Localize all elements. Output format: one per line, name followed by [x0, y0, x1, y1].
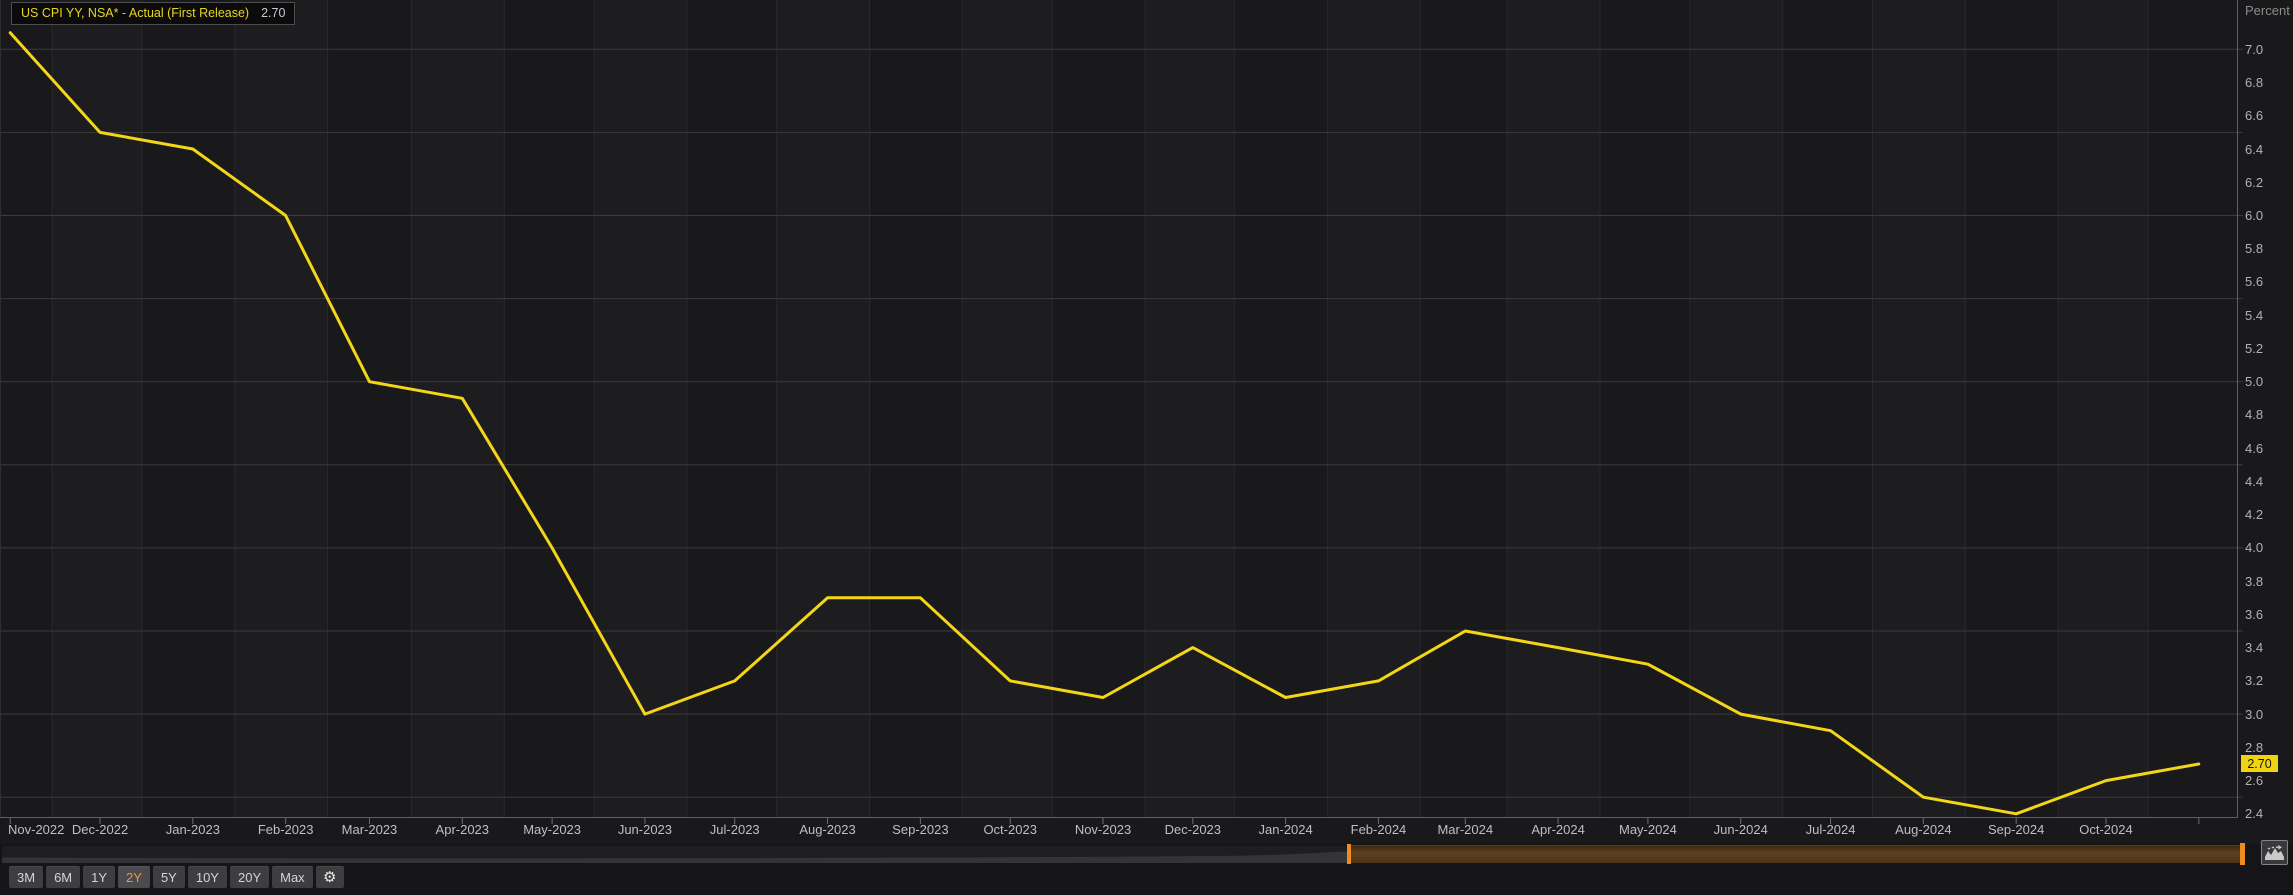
x-axis-tick-label: Nov-2022	[8, 822, 64, 837]
x-axis-tick-label: Oct-2024	[2079, 822, 2132, 837]
y-axis-tick-label: 4.8	[2245, 407, 2263, 422]
x-axis-tick-label: Dec-2022	[72, 822, 128, 837]
x-axis-tick-label: Jan-2024	[1259, 822, 1313, 837]
y-axis-tick-label: 3.2	[2245, 673, 2263, 688]
range-button-10y[interactable]: 10Y	[188, 866, 227, 888]
y-axis-tick-label: 2.8	[2245, 740, 2263, 755]
navigator-selected-range[interactable]	[1351, 845, 2242, 863]
series-legend[interactable]: US CPI YY, NSA* - Actual (First Release)…	[11, 2, 295, 25]
x-axis-tick-label: May-2023	[523, 822, 581, 837]
x-axis-tick-label: May-2024	[1619, 822, 1677, 837]
y-axis-tick-label: 6.4	[2245, 142, 2263, 157]
x-axis-tick-label: Mar-2024	[1437, 822, 1493, 837]
x-axis-tick-label: Feb-2023	[258, 822, 314, 837]
x-axis-tick-label: Aug-2024	[1895, 822, 1951, 837]
y-axis-tick-label: 5.8	[2245, 241, 2263, 256]
navigator-right-handle[interactable]	[2240, 843, 2245, 865]
y-axis-tick-label: 7.0	[2245, 42, 2263, 57]
y-axis-tick-label: 6.6	[2245, 108, 2263, 123]
navigator-track[interactable]	[2, 846, 1350, 863]
range-button-max[interactable]: Max	[272, 866, 313, 888]
y-axis-tick-label: 4.6	[2245, 441, 2263, 456]
range-button-5y[interactable]: 5Y	[153, 866, 185, 888]
y-axis-tick-label: 6.0	[2245, 208, 2263, 223]
x-axis-tick-label: Feb-2024	[1351, 822, 1407, 837]
range-button-2y[interactable]: 2Y	[118, 866, 150, 888]
x-axis-tick-label: Apr-2023	[436, 822, 489, 837]
x-axis-tick-label: Jun-2024	[1714, 822, 1768, 837]
x-axis-tick-label: Jul-2023	[710, 822, 760, 837]
y-axis-tick-label: 4.4	[2245, 474, 2263, 489]
y-axis-tick-label: 6.2	[2245, 175, 2263, 190]
y-axis-tick-label: 5.4	[2245, 308, 2263, 323]
chart-restore-button[interactable]	[2261, 840, 2288, 865]
y-axis-tick-label: 6.8	[2245, 75, 2263, 90]
series-legend-value: 2.70	[261, 6, 285, 20]
price-chart[interactable]	[0, 0, 2293, 830]
y-axis-tick-label: 3.4	[2245, 640, 2263, 655]
x-axis-tick-label: Jul-2024	[1806, 822, 1856, 837]
x-axis-tick-label: Oct-2023	[983, 822, 1036, 837]
y-axis-tick-label: 3.8	[2245, 574, 2263, 589]
y-axis-tick-label: 5.0	[2245, 374, 2263, 389]
x-axis-tick-label: Jan-2023	[166, 822, 220, 837]
y-axis-tick-label: 5.6	[2245, 274, 2263, 289]
y-axis-tick-label: 4.2	[2245, 507, 2263, 522]
series-legend-label: US CPI YY, NSA* - Actual (First Release)	[21, 6, 249, 20]
y-axis-tick-label: 3.0	[2245, 707, 2263, 722]
current-value-badge: 2.70	[2241, 755, 2278, 772]
y-axis-tick-label: 4.0	[2245, 540, 2263, 555]
x-axis-tick-label: Dec-2023	[1165, 822, 1221, 837]
x-axis-tick-label: Sep-2023	[892, 822, 948, 837]
y-axis-tick-label: 5.2	[2245, 341, 2263, 356]
x-axis: Nov-2022 Dec-2022 Jan-2023 Feb-2023 Mar-2023…	[0, 821, 2293, 841]
y-axis-tick-label: 2.6	[2245, 773, 2263, 788]
range-navigator	[0, 845, 2293, 863]
x-axis-tick-label: Nov-2023	[1075, 822, 1131, 837]
gear-icon[interactable]: ⚙	[316, 866, 344, 888]
y-axis-unit-label: Percent	[2245, 3, 2290, 18]
chart-restore-icon	[2264, 844, 2285, 861]
range-button-1y[interactable]: 1Y	[83, 866, 115, 888]
x-axis-tick-label: Mar-2023	[342, 822, 398, 837]
x-axis-tick-label: Jun-2023	[618, 822, 672, 837]
y-axis-tick-label: 3.6	[2245, 607, 2263, 622]
x-axis-tick-label: Apr-2024	[1531, 822, 1584, 837]
chart-panel: US CPI YY, NSA* - Actual (First Release)…	[0, 0, 2293, 844]
navigator-left-handle[interactable]	[1347, 844, 1351, 864]
y-axis-tick-label: 2.4	[2245, 806, 2263, 821]
range-toolbar: 3M6M1Y2Y5Y10Y20YMax⚙	[9, 866, 344, 888]
x-axis-tick-label: Sep-2024	[1988, 822, 2044, 837]
x-axis-tick-label: Aug-2023	[799, 822, 855, 837]
navigator-sparkline	[2, 846, 1350, 863]
range-button-20y[interactable]: 20Y	[230, 866, 269, 888]
range-button-6m[interactable]: 6M	[46, 866, 80, 888]
range-button-3m[interactable]: 3M	[9, 866, 43, 888]
